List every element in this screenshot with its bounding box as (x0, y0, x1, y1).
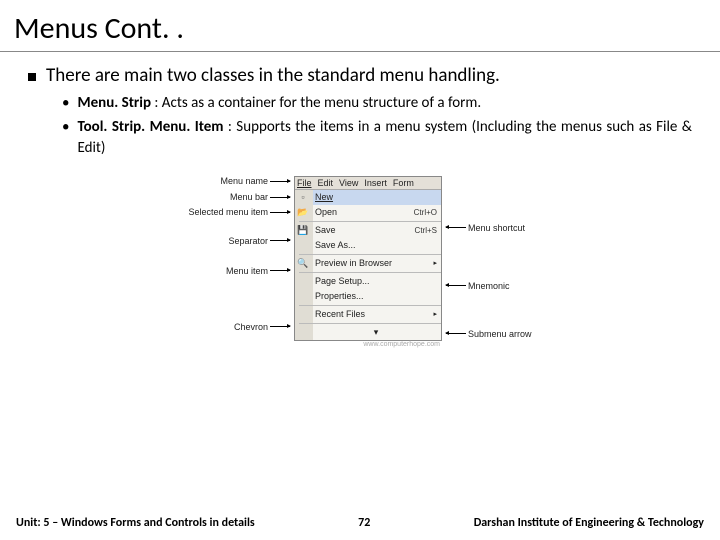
sub1-bold: Menu. Strip (77, 94, 151, 112)
menu-item-page-setup[interactable]: Page Setup... (313, 274, 441, 289)
save-icon: 💾 (297, 224, 309, 236)
dot-bullet-icon: • (62, 117, 69, 137)
menu-item-save-as[interactable]: Save As... (313, 238, 441, 253)
label-mnemonic: Mnemonic (468, 281, 510, 291)
label-submenu: Submenu arrow (468, 329, 532, 339)
menu-item-preview[interactable]: 🔍 Preview in Browser▸ (313, 256, 441, 271)
menubar-file[interactable]: File (297, 178, 312, 188)
chevron-right-icon: ▸ (433, 259, 437, 267)
menu-item-properties[interactable]: Properties... (313, 289, 441, 304)
label-selected: Selected menu item (188, 207, 268, 217)
label-menu-item: Menu item (226, 266, 268, 276)
square-bullet-icon (28, 73, 36, 81)
label-menu-bar: Menu bar (230, 192, 268, 202)
sub-bullet-2: • Tool. Strip. Menu. Item : Supports the… (62, 117, 692, 158)
menu-item-open[interactable]: 📂 OpenCtrl+O (313, 205, 441, 220)
footer-left: Unit: 5 – Windows Forms and Controls in … (16, 516, 255, 530)
content-area: There are main two classes in the standa… (0, 64, 720, 348)
separator (299, 254, 441, 255)
main-bullet: There are main two classes in the standa… (28, 64, 692, 87)
menu-panel: File Edit View Insert Form ▫ New 📂 (294, 176, 442, 341)
main-bullet-text: There are main two classes in the standa… (46, 64, 500, 87)
open-icon: 📂 (297, 206, 309, 218)
menubar-edit[interactable]: Edit (318, 178, 334, 188)
preview-icon: 🔍 (297, 257, 309, 269)
label-menu-name: Menu name (220, 176, 268, 186)
footer: Unit: 5 – Windows Forms and Controls in … (0, 516, 720, 530)
slide-title: Menus Cont. . (0, 0, 720, 52)
chevron-right-icon: ▸ (433, 310, 437, 318)
label-separator: Separator (228, 236, 268, 246)
footer-right: Darshan Institute of Engineering & Techn… (474, 516, 704, 530)
new-icon: ▫ (297, 191, 309, 203)
sub1-rest: : Acts as a container for the menu struc… (151, 94, 481, 112)
menubar-view[interactable]: View (339, 178, 358, 188)
menu-item-save[interactable]: 💾 SaveCtrl+S (313, 223, 441, 238)
label-chevron: Chevron (234, 322, 268, 332)
menubar-insert[interactable]: Insert (364, 178, 387, 188)
chevron-down-icon: ▾ (374, 327, 379, 338)
menubar-format[interactable]: Form (393, 178, 414, 188)
separator (299, 272, 441, 273)
separator (299, 323, 441, 324)
menu-item-new[interactable]: ▫ New (313, 190, 441, 205)
dot-bullet-icon: • (62, 93, 69, 113)
menu-diagram: Menu name Menu bar Selected menu item Se… (28, 176, 692, 348)
label-shortcut: Menu shortcut (468, 223, 525, 233)
menu-item-recent[interactable]: Recent Files▸ (313, 307, 441, 322)
menubar: File Edit View Insert Form (295, 177, 441, 190)
menu-chevron[interactable]: ▾ (313, 325, 441, 340)
sub-bullet-1: • Menu. Strip : Acts as a container for … (62, 93, 692, 113)
separator (299, 305, 441, 306)
separator (299, 221, 441, 222)
sub2-bold: Tool. Strip. Menu. Item (77, 118, 223, 136)
watermark: www.computerhope.com (294, 341, 442, 348)
page-number: 72 (358, 516, 370, 530)
dropdown: ▫ New 📂 OpenCtrl+O 💾 SaveCtrl+S (295, 190, 441, 340)
